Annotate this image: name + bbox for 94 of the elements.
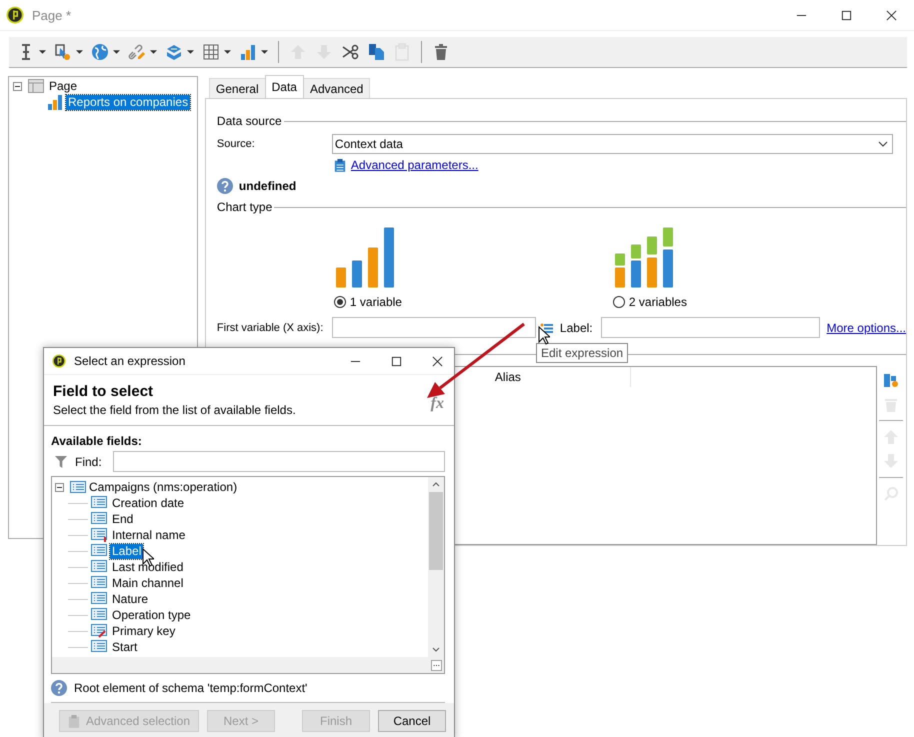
layers-icon: [165, 43, 183, 61]
pointer-icon: [54, 43, 72, 61]
clipboard-icon: [334, 158, 346, 172]
trash-icon: [432, 43, 450, 61]
section-heading: Data source: [216, 114, 282, 128]
list-icon: [91, 592, 107, 606]
list-icon: [91, 640, 107, 654]
list-icon: [91, 576, 107, 590]
dialog-heading: Field to select: [53, 383, 154, 400]
list-icon: [70, 480, 86, 494]
bar-chart-icon: [239, 43, 257, 61]
field-label: Find:: [75, 454, 102, 469]
radio-button[interactable]: [334, 296, 346, 308]
grid-icon: [202, 43, 220, 61]
tree-item[interactable]: Campaigns (nms:operation): [89, 480, 238, 494]
bar-chart-icon: [336, 226, 394, 289]
page-layout-icon: [28, 78, 44, 94]
caret-icon[interactable]: [150, 50, 157, 54]
maximize-icon[interactable]: [391, 356, 402, 367]
collapse-icon[interactable]: [13, 82, 22, 90]
mouse-pointer-icon: [538, 326, 550, 345]
caret-icon[interactable]: [261, 50, 268, 54]
source-dropdown[interactable]: Context data: [332, 134, 893, 154]
stacked-bar-chart-icon: [614, 226, 673, 289]
collapse-icon[interactable]: [55, 482, 64, 492]
fields-label: Available fields:: [51, 434, 143, 448]
globe-icon: [91, 43, 109, 61]
advanced-parameters-link[interactable]: Advanced parameters...: [350, 158, 478, 172]
tree-item[interactable]: End: [110, 512, 136, 527]
list-icon: [91, 496, 107, 510]
first-variable-field[interactable]: [332, 317, 536, 338]
caret-icon[interactable]: [39, 50, 46, 54]
tree-item[interactable]: Last modified: [110, 560, 186, 575]
section-heading: Chart type: [216, 200, 272, 214]
status-text: Root element of schema 'temp:formContext': [74, 681, 308, 696]
edit-expression-icon[interactable]: [540, 320, 554, 334]
dialog-button[interactable]: Cancel: [378, 710, 446, 732]
more-options-link[interactable]: More options...: [826, 320, 906, 334]
tooltip: Edit expression: [536, 343, 628, 363]
help-icon: [51, 680, 67, 696]
caret-icon[interactable]: [113, 50, 120, 54]
tab[interactable]: Advanced: [302, 78, 370, 98]
tree-item[interactable]: Reports on companies: [66, 94, 190, 110]
formula-icon: fx: [430, 395, 444, 418]
tree-item[interactable]: Main channel: [110, 576, 186, 591]
info-text: undefined: [238, 179, 296, 193]
caret-icon[interactable]: [187, 50, 194, 54]
more-icon[interactable]: [431, 660, 442, 671]
label-field[interactable]: [600, 317, 820, 338]
scissors-icon: [341, 43, 359, 61]
radio-label[interactable]: 1 variable: [350, 295, 402, 309]
window-title: Page *: [32, 8, 72, 22]
tab[interactable]: General: [208, 78, 266, 98]
list-icon: [91, 560, 107, 574]
list-icon: [91, 608, 107, 622]
field-label: First variable (X axis):: [216, 322, 324, 334]
link-icon: [128, 43, 146, 61]
required-field-icon: [91, 528, 107, 542]
app-logo-icon: [6, 6, 24, 24]
field-label: Source:: [216, 138, 256, 150]
bar-chart-icon: [47, 94, 63, 110]
add-icon[interactable]: [882, 372, 899, 388]
key-field-icon: [91, 624, 107, 638]
column-header[interactable]: Alias: [492, 367, 631, 387]
maximize-icon[interactable]: [841, 10, 852, 20]
find-field[interactable]: [112, 451, 445, 472]
tree-item[interactable]: Internal name: [110, 528, 188, 543]
list-icon: [91, 512, 107, 526]
clipboard-icon: [68, 714, 80, 728]
scrollbar[interactable]: [428, 477, 444, 658]
tree-item[interactable]: Label: [110, 544, 144, 559]
tree-item[interactable]: Page: [47, 78, 80, 94]
tree-item[interactable]: Nature: [110, 592, 150, 607]
help-icon: [216, 178, 233, 194]
tree-item[interactable]: Creation date: [110, 496, 186, 511]
copy-icon: [367, 43, 385, 61]
field-label: Label:: [560, 320, 593, 334]
scroll-down-icon[interactable]: [432, 647, 440, 652]
list-icon: [91, 544, 107, 558]
dialog-description: Select the field from the list of available fields.: [53, 403, 297, 418]
tree-item[interactable]: Operation type: [110, 608, 193, 623]
tree-item[interactable]: Primary key: [110, 624, 178, 639]
dialog-title: Select an expression: [74, 354, 186, 368]
close-icon[interactable]: [432, 356, 443, 367]
tab[interactable]: Data: [264, 75, 304, 98]
scroll-up-icon[interactable]: [432, 482, 440, 488]
radio-button[interactable]: [612, 296, 625, 308]
radio-label[interactable]: 2 variables: [628, 295, 687, 309]
close-icon[interactable]: [886, 10, 897, 20]
caret-icon[interactable]: [224, 50, 231, 54]
caret-icon[interactable]: [76, 50, 83, 54]
app-logo-icon: [52, 354, 66, 368]
tree-item[interactable]: Start: [110, 640, 140, 655]
filter-icon: [55, 454, 67, 469]
